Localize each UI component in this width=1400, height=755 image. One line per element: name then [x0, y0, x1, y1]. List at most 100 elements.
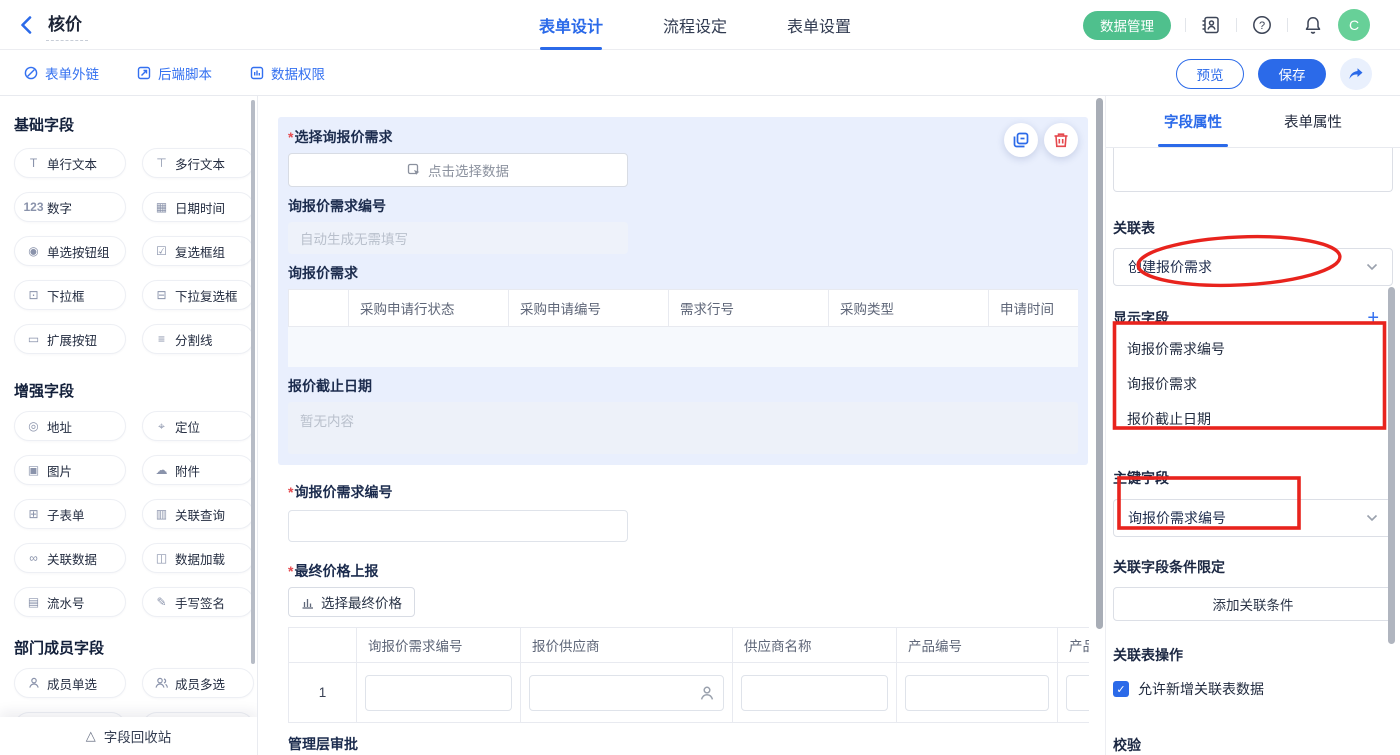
field-item-number[interactable]: 123数字	[14, 192, 126, 222]
display-field-item[interactable]: 询报价需求	[1113, 366, 1393, 401]
field-item-checkbox-group[interactable]: ☑复选框组	[142, 236, 254, 266]
cell-input-product-code[interactable]	[905, 675, 1049, 711]
related-table-value: 创建报价需求	[1128, 257, 1366, 277]
add-condition-button[interactable]: 添加关联条件	[1113, 587, 1393, 621]
canvas-scrollbar[interactable]	[1096, 98, 1103, 629]
table-operation-label: 关联表操作	[1113, 645, 1393, 665]
page-title[interactable]: 核价	[46, 10, 88, 41]
back-button[interactable]	[16, 15, 36, 35]
svg-text:?: ?	[1259, 20, 1265, 32]
header-tabs: 表单设计 流程设定 表单设置	[539, 0, 851, 50]
avatar[interactable]: C	[1338, 9, 1370, 41]
field-item-address[interactable]: ◎ 地址	[14, 411, 126, 441]
field-item-subform[interactable]: ⊞子表单	[14, 499, 126, 529]
tab-field-properties[interactable]: 字段属性	[1158, 96, 1228, 147]
address-book-icon[interactable]	[1200, 14, 1222, 36]
share-button[interactable]	[1340, 58, 1372, 90]
field-item-attachment[interactable]: ☁附件	[142, 455, 254, 485]
column-header: 申请时间	[988, 290, 1078, 326]
field-item-member-single[interactable]: 成员单选	[14, 668, 126, 698]
people-icon	[154, 677, 169, 689]
field-item-signature[interactable]: ✎手写签名	[142, 587, 254, 617]
cell-input-supplier-name[interactable]	[741, 675, 888, 711]
save-button[interactable]: 保存	[1258, 59, 1326, 89]
field-label: 扩展按钮	[47, 330, 97, 349]
copy-field-button[interactable]	[1004, 123, 1038, 157]
linked-field-label: *选择询报价需求	[288, 128, 1078, 147]
select-final-price-label: 选择最终价格	[321, 592, 402, 612]
field-label: 流水号	[47, 593, 85, 612]
field-item-radio-group[interactable]: ◉单选按钮组	[14, 236, 126, 266]
cell-input-product[interactable]	[1066, 675, 1089, 711]
divider	[1287, 18, 1288, 32]
panel-tabs: 字段属性 表单属性	[1106, 96, 1400, 148]
subform-icon: ⊞	[26, 507, 41, 521]
field-item-divider[interactable]: ≡分割线	[142, 324, 254, 354]
field-item-linked-data[interactable]: ∞关联数据	[14, 543, 126, 573]
signature-pen-icon: ✎	[154, 595, 169, 609]
data-permission-link[interactable]: 数据权限	[250, 63, 325, 83]
field-item-multi-line-text[interactable]: ⊤多行文本	[142, 148, 254, 178]
related-table-select[interactable]: 创建报价需求	[1113, 248, 1393, 286]
code-field-input[interactable]	[288, 510, 628, 542]
field-name-input-partial[interactable]	[1113, 148, 1393, 192]
field-item-extend-button[interactable]: ▭扩展按钮	[14, 324, 126, 354]
field-item-dropdown[interactable]: ⊡下拉框	[14, 280, 126, 310]
cell-input-request-code[interactable]	[365, 675, 512, 711]
form-toolbar: 表单外链 后端脚本 数据权限 预览 保存	[0, 50, 1400, 96]
checkbox-allow-add[interactable]: ✓	[1113, 681, 1129, 697]
field-label: 分割线	[175, 330, 213, 349]
allow-add-row: ✓ 允许新增关联表数据	[1113, 679, 1393, 699]
primary-key-select[interactable]: 询报价需求编号	[1113, 499, 1393, 537]
image-icon: ▣	[26, 463, 41, 477]
field-item-member-multi[interactable]: 成员多选	[142, 668, 254, 698]
help-icon[interactable]: ?	[1251, 14, 1273, 36]
backend-script-link[interactable]: 后端脚本	[137, 63, 212, 83]
link-label: 表单外链	[45, 63, 99, 83]
display-field-item[interactable]: 询报价需求编号	[1113, 331, 1393, 366]
field-item-serial-number[interactable]: ▤ 流水号	[14, 587, 126, 617]
field-item-multi-dropdown[interactable]: ⊟下拉复选框	[142, 280, 254, 310]
data-manage-button[interactable]: 数据管理	[1083, 11, 1171, 40]
field-item-single-line-text[interactable]: T单行文本	[14, 148, 126, 178]
select-data-button[interactable]: 点击选择数据	[288, 153, 628, 187]
notification-bell-icon[interactable]	[1302, 14, 1324, 36]
tab-form-properties[interactable]: 表单属性	[1278, 96, 1348, 147]
price-table-row: 1	[288, 663, 1089, 723]
sidebar-scrollbar[interactable]	[251, 100, 255, 664]
recycle-label: 字段回收站	[104, 726, 172, 746]
recycle-icon: △	[86, 728, 96, 744]
sub-field-label: 询报价需求编号	[288, 197, 1078, 216]
column-header: 采购申请编号	[508, 290, 668, 326]
number-icon: 123	[26, 200, 41, 214]
select-final-price-button[interactable]: 选择最终价格	[288, 587, 415, 617]
form-external-link[interactable]: 表单外链	[24, 63, 99, 83]
price-table-header: 询报价需求编号 报价供应商 供应商名称 产品编号 产品	[288, 627, 1089, 663]
link-label: 后端脚本	[158, 63, 212, 83]
cell-input-supplier[interactable]	[529, 675, 724, 711]
field-label: 数据加载	[175, 549, 225, 568]
display-field-item[interactable]: 报价截止日期	[1113, 401, 1393, 436]
field-item-image[interactable]: ▣图片	[14, 455, 126, 485]
selected-field-block[interactable]: *选择询报价需求 点击选择数据 询报价需求编号 自动生成无需填写 询报价需求 采…	[278, 117, 1088, 465]
delete-field-button[interactable]	[1044, 123, 1078, 157]
preview-button[interactable]: 预览	[1176, 59, 1244, 89]
tab-flow-setting[interactable]: 流程设定	[663, 0, 727, 50]
field-item-data-load[interactable]: ◫数据加载	[142, 543, 254, 573]
add-display-field-button[interactable]: +	[1367, 310, 1379, 326]
field-recycle-bin[interactable]: △ 字段回收站	[0, 717, 257, 755]
address-pin-icon: ◎	[26, 419, 41, 433]
field-label: 地址	[47, 417, 72, 436]
panel-scrollbar[interactable]	[1388, 287, 1395, 644]
multi-dropdown-icon: ⊟	[154, 288, 169, 302]
field-label: 复选框组	[175, 242, 225, 261]
tab-form-design[interactable]: 表单设计	[539, 0, 603, 50]
field-item-datetime[interactable]: ▦日期时间	[142, 192, 254, 222]
tab-form-setting[interactable]: 表单设置	[787, 0, 851, 50]
field-item-linked-query[interactable]: ▥关联查询	[142, 499, 254, 529]
field-item-location[interactable]: ⌖定位	[142, 411, 254, 441]
field-label: 日期时间	[175, 198, 225, 217]
column-header	[288, 628, 356, 662]
required-mark: *	[288, 484, 293, 500]
serial-number-icon: ▤	[26, 595, 41, 609]
